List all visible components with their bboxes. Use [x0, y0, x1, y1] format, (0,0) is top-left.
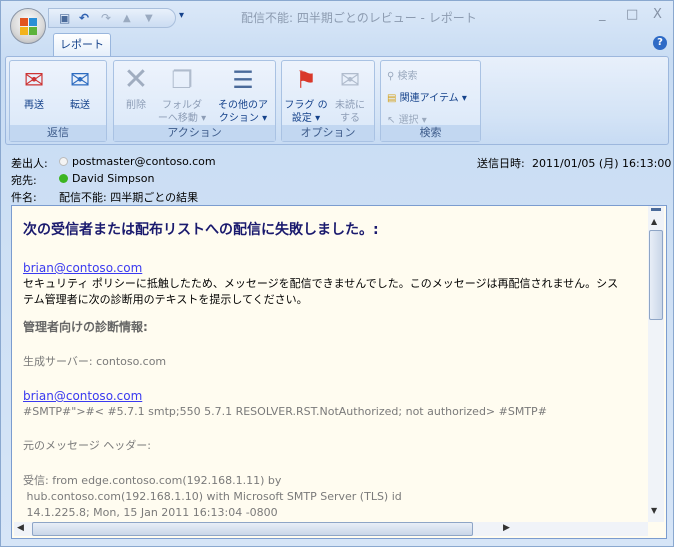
from-address: postmaster@contoso.com	[72, 155, 216, 168]
group-label: オプション	[282, 125, 374, 141]
other-actions-button[interactable]: ☰ その他のア クション ▾	[212, 65, 274, 125]
other-actions-icon: ☰	[232, 66, 254, 94]
message-body[interactable]: 次の受信者または配布リストへの配信に失敗しました。: brian@contoso…	[11, 205, 667, 539]
find-button[interactable]: ⚲ 検索	[387, 67, 418, 82]
related-items-button[interactable]: ▤ 関連アイテム ▾	[387, 89, 467, 104]
smtp-diagnostic: #SMTP#">#< #5.7.1 smtp;550 5.7.1 RESOLVE…	[23, 405, 547, 418]
forward-button[interactable]: ✉ 転送	[60, 65, 100, 112]
scroll-up-icon[interactable]: ▲	[651, 217, 657, 226]
tab-report[interactable]: レポート	[53, 33, 111, 57]
group-label: アクション	[114, 125, 275, 141]
window-title: 配信不能: 四半期ごとのレビュー - レポート	[241, 11, 477, 25]
office-button[interactable]	[10, 8, 46, 44]
maximize-button[interactable]: □	[626, 7, 638, 22]
received-line1: 受信: from edge.contoso.com(192.168.1.11) …	[23, 474, 282, 487]
sent-label: 送信日時:	[477, 157, 525, 170]
vertical-scroll-thumb[interactable]	[649, 230, 663, 320]
close-button[interactable]: X	[653, 7, 662, 22]
received-line3: 14.1.225.8; Mon, 15 Jan 2011 16:13:04 -0…	[23, 506, 278, 519]
scroll-down-icon[interactable]: ▼	[651, 506, 657, 515]
mark-unread-button[interactable]: ✉ 未読に する	[330, 65, 370, 125]
to-value[interactable]: David Simpson	[59, 172, 154, 185]
to-name: David Simpson	[72, 172, 155, 185]
related-items-icon: ▤	[387, 93, 400, 104]
recipient-link[interactable]: brian@contoso.com	[23, 260, 142, 276]
forward-icon: ✉	[69, 66, 91, 94]
move-folder-button[interactable]: ❐ フォルダ ーへ移動 ▾	[156, 65, 208, 125]
mark-unread-label: 未読に する	[335, 100, 365, 124]
vertical-scrollbar[interactable]: ▲ ▼	[648, 206, 664, 522]
binoculars-icon: ⚲	[387, 71, 398, 82]
message-window: ▣ ↶ ↷ ▲ ▼ ▾ 配信不能: 四半期ごとのレビュー - レポート _ □ …	[0, 0, 674, 547]
related-items-label: 関連アイテム ▾	[399, 93, 467, 104]
resend-label: 再送	[24, 100, 44, 111]
scroll-left-icon[interactable]: ◀	[17, 523, 24, 533]
undo-icon[interactable]: ↶	[79, 11, 89, 25]
flag-label: フラグ の設定 ▾	[284, 100, 328, 124]
minimize-button[interactable]: _	[599, 7, 606, 22]
resend-icon: ✉	[23, 66, 45, 94]
subject-value: 配信不能: 四半期ごとの結果	[59, 191, 199, 204]
resend-button[interactable]: ✉ 再送	[14, 65, 54, 112]
mark-unread-icon: ✉	[339, 66, 361, 94]
collapse-icon[interactable]	[651, 208, 661, 211]
horizontal-scroll-thumb[interactable]	[32, 522, 473, 536]
presence-icon	[59, 157, 68, 166]
group-find: ⚲ 検索 ▤ 関連アイテム ▾ ↖ 選択 ▾ 検索	[380, 60, 481, 142]
down-icon[interactable]: ▼	[145, 13, 153, 24]
flag-icon: ⚑	[295, 66, 317, 94]
group-options: ⚑ フラグ の設定 ▾ ✉ 未読に する オプション	[281, 60, 375, 142]
diag-heading: 管理者向けの診断情報:	[23, 320, 148, 334]
body-message-line1: セキュリティ ポリシーに抵触したため、メッセージを配信できませんでした。このメッ…	[23, 277, 619, 290]
group-actions: ✕ 削除 ❐ フォルダ ーへ移動 ▾ ☰ その他のア クション ▾ アクション	[113, 60, 276, 142]
delete-button[interactable]: ✕ 削除	[118, 65, 154, 112]
find-label: 検索	[397, 71, 418, 82]
scroll-right-icon[interactable]: ▶	[503, 523, 510, 533]
body-message-line2: テム管理者に次の診断用のテキストを提示してください。	[23, 293, 308, 306]
save-icon[interactable]: ▣	[59, 11, 70, 25]
from-label: 差出人:	[11, 157, 48, 170]
other-actions-label: その他のア クション ▾	[218, 100, 268, 124]
sent-value: 2011/01/05 (月) 16:13:00	[532, 157, 672, 170]
up-icon[interactable]: ▲	[123, 13, 131, 24]
ribbon: ✉ 再送 ✉ 転送 返信 ✕ 削除 ❐ フォルダ ーへ移動 ▾ ☰ その他のア …	[5, 56, 669, 145]
presence-online-icon	[59, 174, 68, 183]
help-icon[interactable]: ?	[653, 36, 667, 50]
delete-icon: ✕	[123, 62, 149, 97]
subject-label: 件名:	[11, 191, 37, 204]
generating-server: 生成サーバー: contoso.com	[23, 355, 167, 368]
forward-label: 転送	[70, 100, 90, 111]
recipient-link-2[interactable]: brian@contoso.com	[23, 388, 142, 404]
body-heading: 次の受信者または配布リストへの配信に失敗しました。:	[23, 222, 379, 238]
from-value[interactable]: postmaster@contoso.com	[59, 155, 216, 168]
quick-access-toolbar: ▣ ↶ ↷ ▲ ▼	[48, 8, 176, 28]
received-line2: hub.contoso.com(192.168.1.10) with Micro…	[23, 490, 402, 503]
group-label: 返信	[10, 125, 106, 141]
horizontal-scrollbar[interactable]: ◀ ▶	[14, 522, 648, 536]
group-label: 検索	[381, 125, 480, 141]
delete-label: 削除	[126, 100, 146, 111]
to-label: 宛先:	[11, 174, 37, 187]
original-header-label: 元のメッセージ ヘッダー:	[23, 439, 151, 452]
move-folder-label: フォルダ ーへ移動 ▾	[157, 100, 207, 124]
select-button[interactable]: ↖ 選択 ▾	[387, 111, 427, 126]
customize-qat-button[interactable]: ▾	[179, 10, 184, 21]
office-logo-icon	[20, 18, 28, 26]
group-reply: ✉ 再送 ✉ 転送 返信	[9, 60, 107, 142]
redo-icon[interactable]: ↷	[101, 11, 111, 25]
move-folder-icon: ❐	[171, 66, 193, 94]
flag-button[interactable]: ⚑ フラグ の設定 ▾	[284, 65, 328, 125]
